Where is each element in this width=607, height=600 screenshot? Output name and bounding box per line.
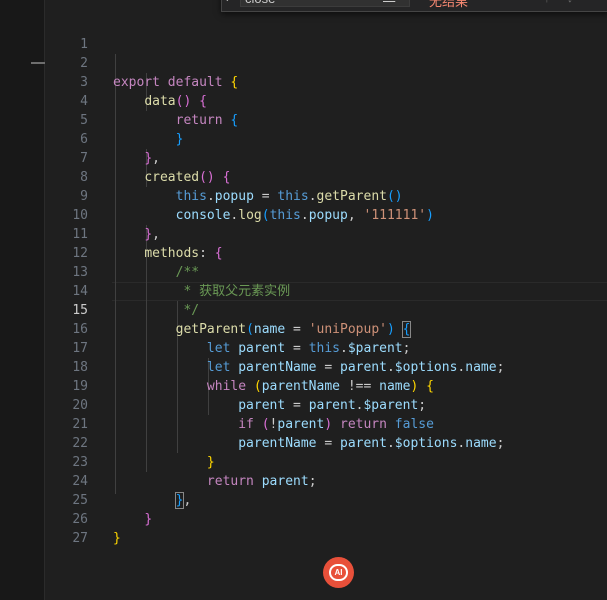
fold-marker bbox=[31, 62, 45, 64]
code-line[interactable]: 27 bbox=[44, 510, 91, 546]
code-line[interactable]: 13 * 获取父元素实例 bbox=[44, 244, 290, 299]
editor-lines: 1 2 export default { 3 data() { 4 return… bbox=[44, 16, 504, 546]
code-line[interactable]: 18 while (parentName !== name) { bbox=[44, 339, 434, 394]
chevron-right-icon[interactable]: › bbox=[226, 0, 230, 5]
ai-badge-label: AI bbox=[334, 568, 343, 577]
code-line[interactable]: 4 return { bbox=[44, 73, 238, 128]
regex-toggle[interactable]: .* bbox=[401, 0, 408, 3]
code-line[interactable]: 16 let parent = this.$parent; bbox=[44, 301, 410, 356]
code-line[interactable]: 12 /** bbox=[44, 225, 199, 280]
find-result-count: 无结果 bbox=[429, 0, 469, 9]
code-line[interactable]: 1 bbox=[44, 16, 91, 52]
code-editor[interactable]: 1 2 export default { 3 data() { 4 return… bbox=[0, 0, 607, 600]
code-line[interactable]: 26 } bbox=[44, 491, 120, 546]
arrow-down-icon[interactable]: ↓ bbox=[567, 0, 573, 5]
code-line[interactable]: 22 } bbox=[44, 415, 214, 470]
match-case-toggle[interactable]: Aa bbox=[363, 0, 376, 3]
code-line[interactable]: 19 parent = parent.$parent; bbox=[44, 358, 426, 413]
code-line[interactable]: 20 if (!parent) return false bbox=[44, 377, 434, 432]
code-line[interactable]: 7 created() { bbox=[44, 130, 230, 185]
whole-word-toggle[interactable]: ab bbox=[383, 0, 395, 3]
left-panel-strip bbox=[0, 0, 45, 600]
line-number: 27 bbox=[72, 531, 88, 546]
code-line[interactable]: 17 let parentName = parent.$options.name… bbox=[44, 320, 504, 375]
arrow-up-icon[interactable]: ↑ bbox=[544, 0, 550, 5]
code-line[interactable]: 5 } bbox=[44, 92, 183, 147]
code-line-active[interactable]: 15 getParent(name = 'uniPopup') { bbox=[44, 282, 412, 338]
code-line[interactable]: 23 return parent; bbox=[44, 434, 316, 489]
ai-assistant-button[interactable]: AI bbox=[323, 557, 354, 588]
code-line[interactable]: 9 console.log(this.popup, '111111') bbox=[44, 168, 434, 223]
ai-assistant-icon: AI bbox=[329, 564, 348, 581]
code-line[interactable]: 10 }, bbox=[44, 187, 160, 242]
code-line[interactable]: 3 data() { bbox=[44, 54, 207, 109]
code-line[interactable]: 8 this.popup = this.getParent() bbox=[44, 149, 402, 204]
code-line[interactable]: 2 export default { bbox=[44, 35, 238, 90]
find-widget: › close Aa ab .* 无结果 ↑ ↓ bbox=[221, 0, 607, 12]
matched-bracket: { bbox=[401, 321, 412, 338]
code-line[interactable]: 21 parentName = parent.$options.name; bbox=[44, 396, 504, 451]
code-line[interactable]: 11 methods: { bbox=[44, 206, 222, 261]
code-line[interactable]: 14 */ bbox=[44, 263, 199, 318]
code-line[interactable]: 24 }, bbox=[44, 453, 191, 509]
code-line[interactable]: 25 } bbox=[44, 472, 152, 527]
code-line[interactable]: 6 }, bbox=[44, 111, 160, 166]
